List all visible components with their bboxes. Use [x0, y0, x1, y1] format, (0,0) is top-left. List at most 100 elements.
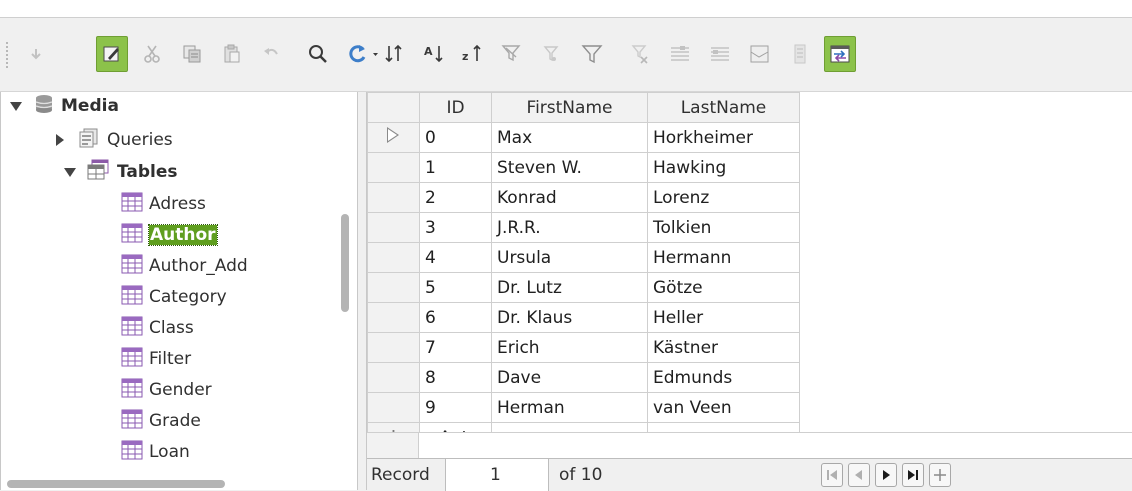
tree-item-category[interactable]: Category [109, 283, 227, 311]
table-row[interactable]: 1 Steven W. Hawking [367, 152, 800, 183]
cell-id[interactable]: 1 [419, 152, 492, 183]
cell-last[interactable]: Hermann [647, 242, 800, 273]
tree-item-tables[interactable]: Tables [63, 158, 178, 186]
tree-item-adress[interactable]: Adress [109, 190, 206, 218]
last-record-button[interactable] [902, 463, 924, 487]
table-row[interactable]: 3 J.R.R. Tolkien [367, 212, 800, 243]
cell-first[interactable]: Erich [491, 332, 648, 363]
cell-id[interactable]: 7 [419, 332, 492, 363]
edit-data-button[interactable] [96, 36, 128, 72]
reset-filter-button[interactable] [624, 36, 656, 72]
expand-icon[interactable] [53, 133, 67, 147]
new-record-button[interactable] [929, 463, 951, 487]
cell-first[interactable]: Max [491, 122, 648, 153]
cell-first[interactable]: Herman [491, 392, 648, 423]
row-header[interactable] [367, 272, 420, 303]
undo-button[interactable] [256, 36, 288, 72]
cell-first[interactable]: Dave [491, 362, 648, 393]
table-row[interactable]: 6 Dr. Klaus Heller [367, 302, 800, 333]
tree-item-filter[interactable]: Filter [109, 345, 191, 373]
tree-item-gender[interactable]: Gender [109, 376, 212, 404]
cell-first[interactable]: Ursula [491, 242, 648, 273]
collapse-icon[interactable] [9, 99, 23, 113]
cell-id[interactable]: 9 [419, 392, 492, 423]
tree-label-tables: Tables [117, 162, 178, 182]
cut-button[interactable] [136, 36, 168, 72]
sort-ascending-button[interactable]: A [418, 36, 450, 72]
cell-last[interactable]: Lorenz [647, 182, 800, 213]
cell-last[interactable]: Heller [647, 302, 800, 333]
record-number-field[interactable]: 1 [445, 459, 549, 491]
cell-last[interactable]: Horkheimer [647, 122, 800, 153]
row-header[interactable] [367, 182, 420, 213]
grid-corner[interactable] [367, 92, 420, 123]
explorer-toggle-button[interactable] [824, 36, 856, 72]
row-header[interactable] [367, 242, 420, 273]
undo-icon [264, 48, 278, 55]
apply-filter-button[interactable] [536, 36, 568, 72]
row-header[interactable] [367, 362, 420, 393]
first-record-icon [827, 470, 837, 480]
cell-id[interactable]: 2 [419, 182, 492, 213]
paste-button[interactable] [216, 36, 248, 72]
data-to-fields-button[interactable] [704, 36, 736, 72]
table-row[interactable]: 9 Herman van Veen [367, 392, 800, 423]
tree-item-author-add[interactable]: Author_Add [109, 252, 248, 280]
save-record-button[interactable] [20, 36, 52, 72]
tree-root-media[interactable]: Media [9, 92, 119, 120]
standard-filter-button[interactable] [576, 36, 608, 72]
mail-merge-button[interactable] [744, 36, 776, 72]
tree-item-grade[interactable]: Grade [109, 407, 201, 435]
row-header[interactable] [367, 212, 420, 243]
next-record-button[interactable] [875, 463, 897, 487]
tree-item-author[interactable]: Author [109, 221, 218, 249]
cell-last[interactable]: van Veen [647, 392, 800, 423]
cell-first[interactable]: Dr. Lutz [491, 272, 648, 303]
autofilter-button[interactable] [496, 36, 528, 72]
cell-first[interactable]: J.R.R. [491, 212, 648, 243]
cell-id[interactable]: 6 [419, 302, 492, 333]
table-row[interactable]: 4 Ursula Hermann [367, 242, 800, 273]
collapse-icon[interactable] [63, 165, 77, 179]
cell-last[interactable]: Tolkien [647, 212, 800, 243]
tree-item-loan[interactable]: Loan [109, 438, 190, 466]
cell-id[interactable]: 3 [419, 212, 492, 243]
column-header-lastname[interactable]: LastName [647, 92, 800, 123]
cell-last[interactable]: Götze [647, 272, 800, 303]
row-header[interactable] [367, 122, 420, 153]
cell-id[interactable]: 8 [419, 362, 492, 393]
column-header-firstname[interactable]: FirstName [491, 92, 648, 123]
cell-id[interactable]: 0 [419, 122, 492, 153]
table-row[interactable]: 0 Max Horkheimer [367, 122, 800, 153]
cell-first[interactable]: Konrad [491, 182, 648, 213]
sort-descending-button[interactable]: z [456, 36, 488, 72]
cell-last[interactable]: Edmunds [647, 362, 800, 393]
table-row[interactable]: 8 Dave Edmunds [367, 362, 800, 393]
copy-button[interactable] [176, 36, 208, 72]
find-record-button[interactable] [302, 36, 334, 72]
tree-horizontal-scrollbar[interactable] [7, 480, 225, 488]
cell-id[interactable]: 4 [419, 242, 492, 273]
tree-item-class[interactable]: Class [109, 314, 194, 342]
table-row[interactable]: 7 Erich Kästner [367, 332, 800, 363]
cell-first[interactable]: Dr. Klaus [491, 302, 648, 333]
tree-vertical-scrollbar[interactable] [341, 214, 349, 312]
cell-id[interactable]: 5 [419, 272, 492, 303]
previous-record-button[interactable] [848, 463, 870, 487]
first-record-button[interactable] [821, 463, 843, 487]
cell-last[interactable]: Kästner [647, 332, 800, 363]
table-row[interactable]: 2 Konrad Lorenz [367, 182, 800, 213]
data-source-button[interactable] [784, 36, 816, 72]
row-header[interactable] [367, 152, 420, 183]
column-header-id[interactable]: ID [419, 92, 492, 123]
tree-item-queries[interactable]: Queries [53, 126, 173, 154]
row-header[interactable] [367, 302, 420, 333]
row-header[interactable] [367, 332, 420, 363]
row-header[interactable] [367, 392, 420, 423]
table-row[interactable]: 5 Dr. Lutz Götze [367, 272, 800, 303]
cell-first[interactable]: Steven W. [491, 152, 648, 183]
cell-last[interactable]: Hawking [647, 152, 800, 183]
sort-button[interactable] [378, 36, 410, 72]
data-to-text-button[interactable] [664, 36, 696, 72]
toolbar-grip[interactable] [6, 42, 10, 68]
